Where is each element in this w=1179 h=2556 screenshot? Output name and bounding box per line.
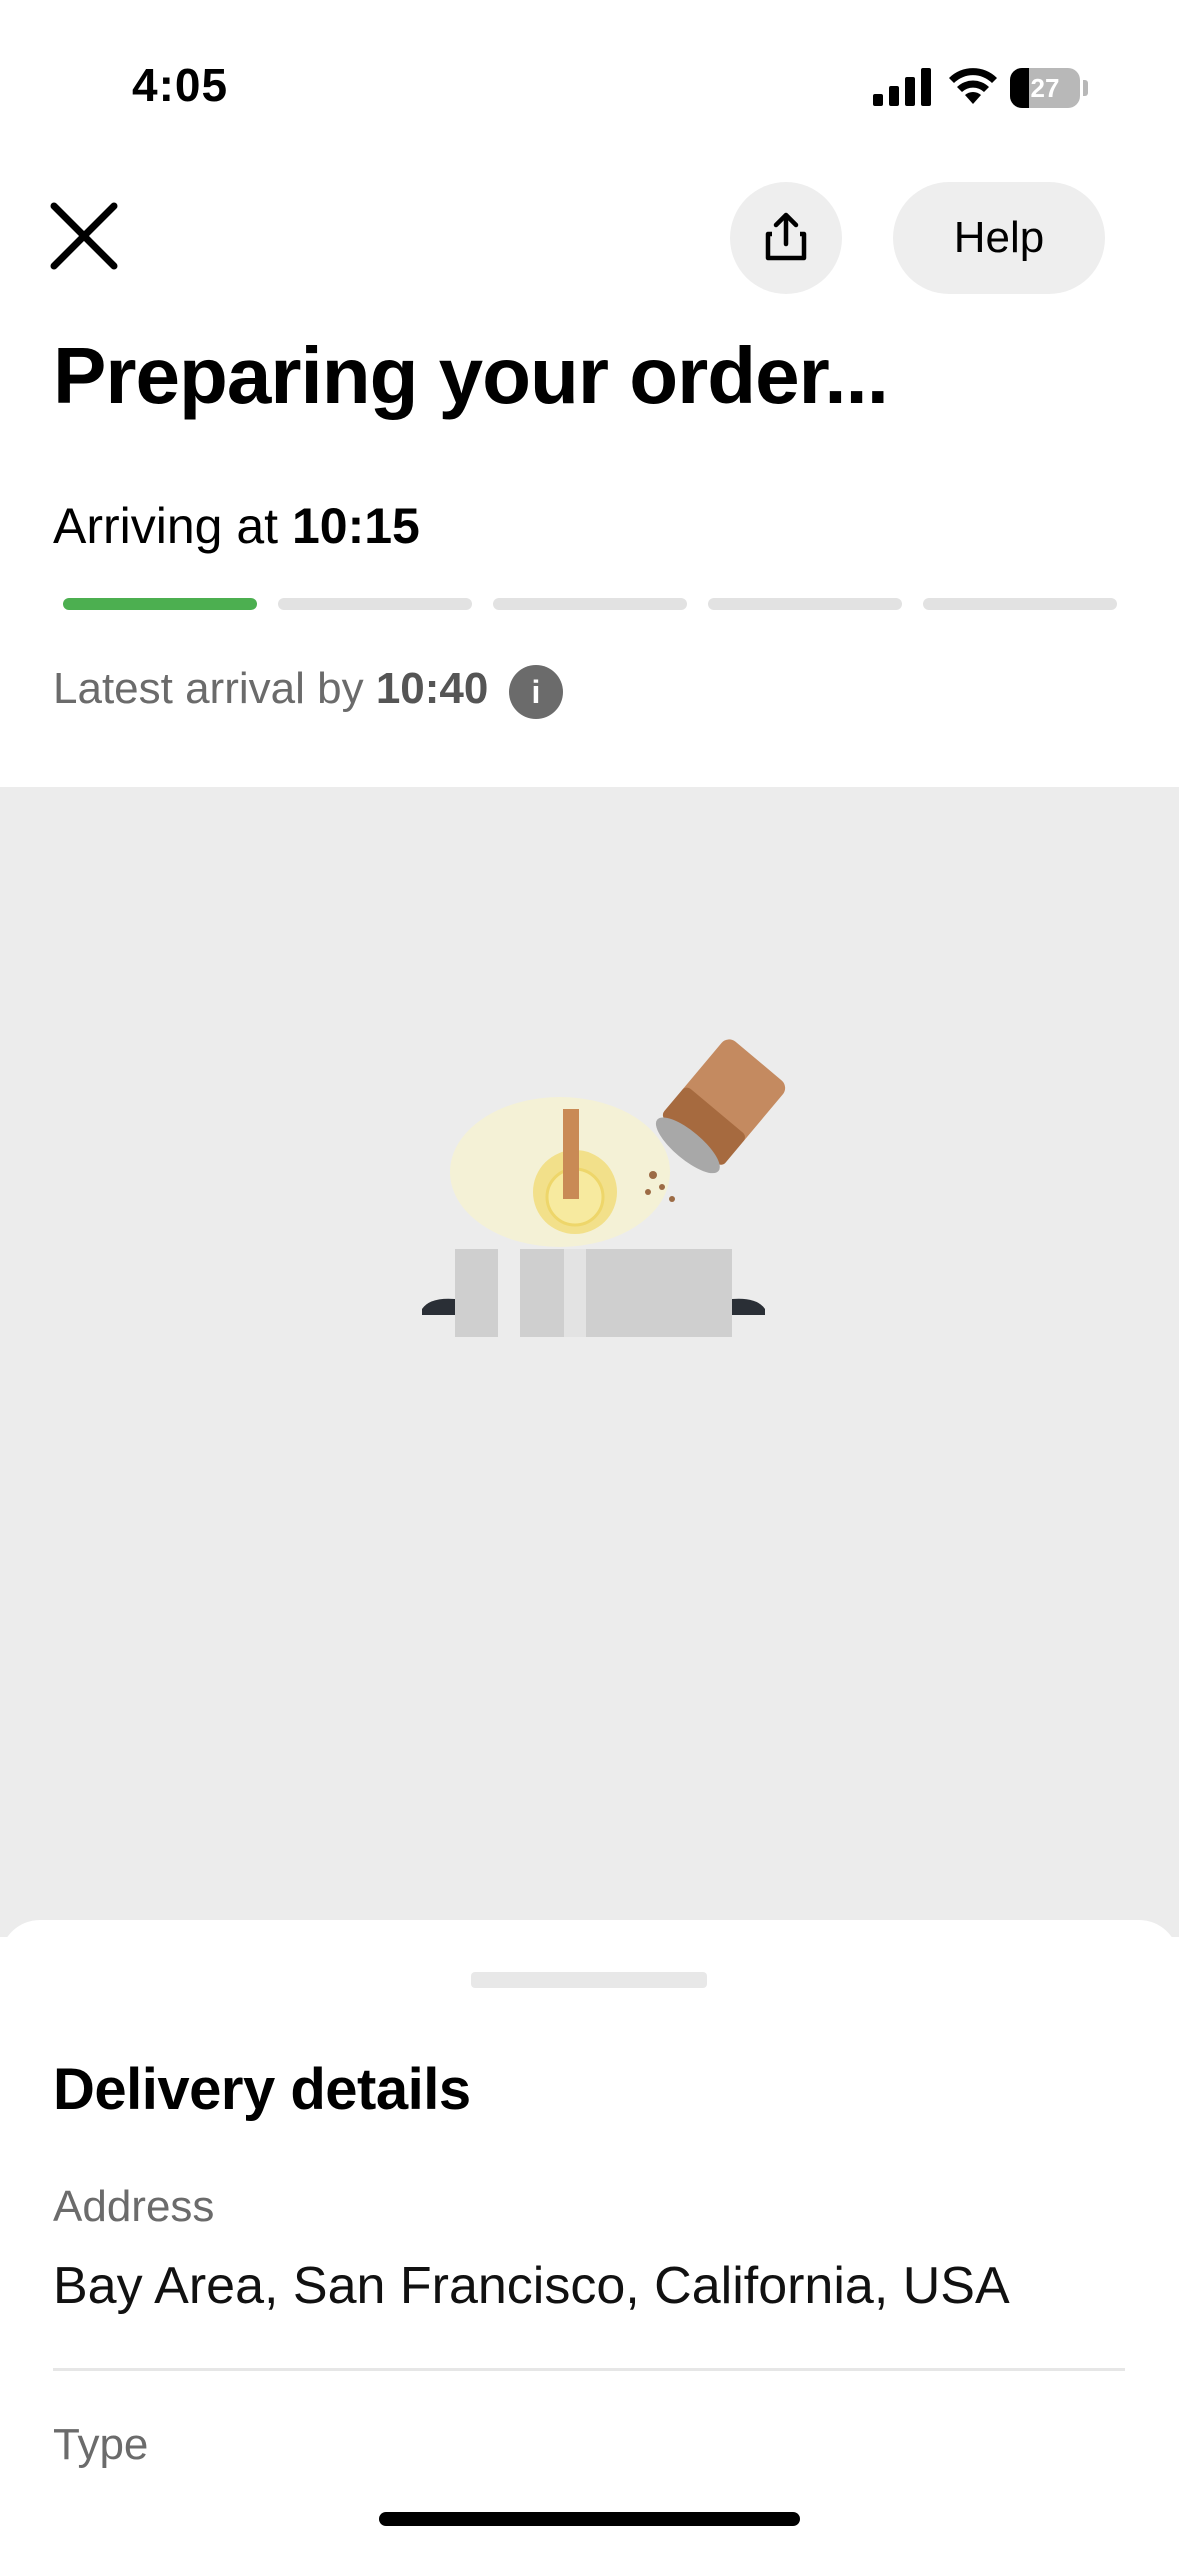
delivery-details-sheet: Delivery details Address Bay Area, San F… [0,1920,1179,2556]
progress-segment [63,598,257,610]
home-indicator[interactable] [379,2512,800,2526]
latest-arrival-prefix: Latest arrival by [53,664,364,713]
help-button[interactable]: Help [893,182,1105,294]
address-value: Bay Area, San Francisco, California, USA [53,2257,1010,2315]
cooking-pot-icon [422,1039,786,1337]
arrival-time: 10:15 [291,498,420,554]
close-icon [50,202,118,270]
info-icon[interactable]: i [509,665,563,719]
sheet-drag-handle[interactable] [471,1972,707,1988]
wifi-icon [949,68,997,104]
share-button[interactable] [730,182,842,294]
arrival-prefix: Arriving at [53,498,279,554]
close-button[interactable] [44,196,124,276]
cellular-signal-icon [873,68,931,106]
address-label: Address [53,2182,215,2231]
page-title: Preparing your order... [53,331,889,420]
status-bar: 4:05 27 [0,0,1179,170]
status-time: 4:05 [132,59,229,111]
divider [53,2368,1125,2371]
progress-segment [923,598,1117,610]
arrival-estimate: Arriving at 10:15 [53,497,420,555]
type-label: Type [53,2420,149,2469]
latest-arrival-time: 10:40 [375,664,489,713]
delivery-details-title: Delivery details [53,2057,471,2122]
battery-level: 27 [1030,73,1060,103]
progress-segment [708,598,902,610]
share-icon [765,212,807,261]
battery-icon: 27 [1010,68,1088,108]
latest-arrival: Latest arrival by 10:40 [53,664,488,714]
cooking-pot-illustration [0,787,1179,1937]
order-progress-bar [63,598,1117,610]
progress-segment [493,598,687,610]
progress-segment [278,598,472,610]
